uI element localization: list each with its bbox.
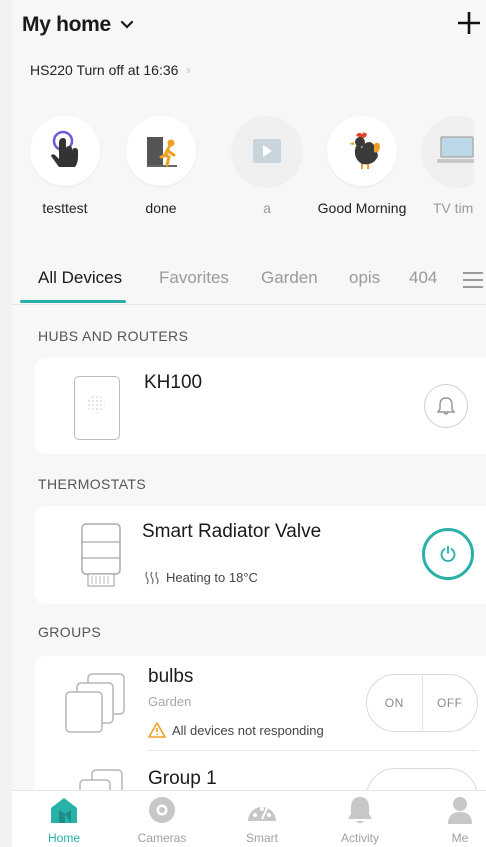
menu-icon[interactable]	[462, 270, 484, 290]
nav-label: Me	[451, 831, 469, 845]
hand-pointer-icon	[30, 116, 100, 186]
tab-opis[interactable]: opis	[349, 268, 380, 288]
schedule-notice-text: HS220 Turn off at 16:36	[30, 62, 179, 78]
person-icon	[420, 795, 486, 825]
scene-label: testtest	[42, 200, 88, 216]
group-name: Group 1	[148, 768, 217, 789]
nav-smart[interactable]: Smart	[222, 795, 302, 845]
tab-favorites[interactable]: Favorites	[159, 268, 229, 288]
add-icon[interactable]	[456, 10, 482, 36]
scene-label: a	[263, 200, 271, 216]
group-name: bulbs	[148, 666, 194, 687]
scene-label: Good Morning	[317, 200, 407, 216]
active-tab-indicator	[20, 300, 126, 303]
chevron-right-icon: ›	[186, 63, 191, 77]
section-hubs-and-routers: HUBS AND ROUTERS	[38, 328, 189, 344]
nav-activity[interactable]: Activity	[320, 795, 400, 845]
nav-home[interactable]: Home	[24, 795, 104, 845]
nav-cameras[interactable]: Cameras	[122, 795, 202, 845]
home-selector[interactable]: My home	[22, 10, 135, 40]
smart-icon	[222, 795, 302, 825]
nav-label: Activity	[340, 831, 379, 845]
chevron-down-icon	[119, 17, 135, 33]
tab-404[interactable]: 404	[409, 268, 437, 288]
play-icon	[232, 116, 302, 186]
camera-icon	[122, 795, 202, 825]
tab-all-devices[interactable]: All Devices	[38, 268, 122, 288]
nav-label: Home	[47, 831, 80, 845]
heating-icon	[144, 571, 160, 585]
section-groups: GROUPS	[38, 624, 102, 640]
nav-me[interactable]: Me	[420, 795, 486, 845]
scenes-row: testtest done a Good Morning TV tim	[12, 116, 474, 246]
thermostat-status-text: Heating to 18°C	[166, 570, 258, 585]
section-thermostats: THERMOSTATS	[38, 476, 147, 492]
rooster-icon	[327, 116, 397, 186]
scene-label: done	[145, 200, 177, 216]
scene-label: TV time	[432, 200, 474, 216]
scene-testtest[interactable]: testtest	[20, 116, 110, 218]
device-tabs: All Devices Favorites Garden opis 404	[26, 264, 474, 304]
bottom-nav: Home Cameras Smart Activity Me	[12, 790, 486, 847]
group-warning: All devices not responding	[148, 722, 324, 738]
scene-tv-time[interactable]: TV time	[412, 116, 474, 218]
bell-icon	[320, 795, 400, 825]
device-name: KH100	[144, 372, 203, 393]
schedule-notice[interactable]: HS220 Turn off at 16:36 ›	[30, 62, 190, 78]
hub-device-icon	[74, 376, 120, 440]
scene-good-morning[interactable]: Good Morning	[317, 116, 407, 218]
home-title: My home	[22, 13, 111, 36]
group-icon	[64, 672, 128, 736]
thermostat-status: Heating to 18°C	[144, 570, 258, 585]
group-location: Garden	[148, 694, 192, 709]
tv-icon	[422, 116, 474, 186]
bell-icon[interactable]	[424, 384, 468, 428]
group-row-bulbs[interactable]: bulbs Garden All devices not responding …	[34, 656, 486, 750]
home-icon	[24, 795, 104, 825]
tab-garden[interactable]: Garden	[261, 268, 318, 288]
nav-label: Smart	[245, 831, 278, 845]
divider	[12, 304, 486, 305]
power-icon[interactable]	[422, 528, 474, 580]
off-button[interactable]: OFF	[423, 696, 478, 710]
scene-done[interactable]: done	[116, 116, 206, 218]
person-exit-door-icon	[126, 116, 196, 186]
divider	[148, 750, 478, 751]
on-button[interactable]: ON	[367, 696, 422, 710]
nav-label: Cameras	[137, 831, 187, 845]
device-card-smart-radiator-valve[interactable]: Smart Radiator Valve Heating to 18°C	[34, 506, 486, 604]
scene-a[interactable]: a	[222, 116, 312, 218]
radiator-valve-icon	[74, 522, 128, 590]
device-card-kh100[interactable]: KH100	[34, 358, 486, 454]
warning-icon	[148, 722, 166, 738]
group-warning-text: All devices not responding	[172, 722, 324, 738]
on-off-toggle: ON OFF	[366, 674, 478, 732]
device-name: Smart Radiator Valve	[142, 521, 322, 542]
